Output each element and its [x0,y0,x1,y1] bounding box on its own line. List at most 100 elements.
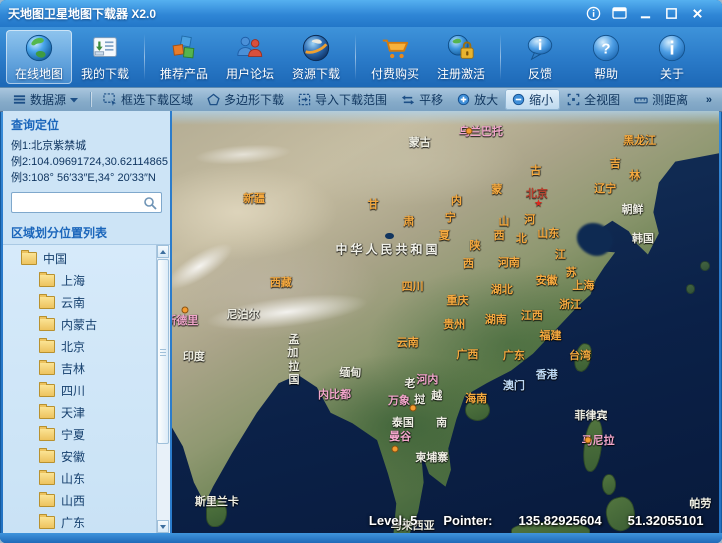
toolbar-button-download-panel[interactable]: 我的下载 [72,30,138,84]
map-status-bar: Level: 5 Pointer: 135.82925604 51.320551… [369,513,704,528]
toolbar-separator [144,34,145,80]
pointer-longitude: 135.82925604 [518,513,601,528]
close-button[interactable] [688,6,706,21]
info-button[interactable] [584,6,602,21]
tree-item-label: 北京 [61,338,85,355]
tree-item-province[interactable]: 吉林 [3,357,157,379]
tree-item-province[interactable]: 宁夏 [3,423,157,445]
maptool-measure[interactable]: 测距离 [627,89,695,110]
toolbar-button-about-circle[interactable]: 关于 [639,30,705,84]
toolbar-button-users[interactable]: 用户论坛 [217,30,283,84]
window-title: 天地图卫星地图下载器 X2.0 [8,5,584,22]
map-label: 帕劳 [689,495,711,511]
svg-text:?: ? [601,40,610,57]
toolbar-button-cubes[interactable]: 推荐产品 [151,30,217,84]
city-dot [409,405,416,412]
folder-icon [39,384,55,397]
region-section-title: 区域划分位置列表 [3,219,170,244]
tree-item-province[interactable]: 四川 [3,379,157,401]
globe-online-icon [24,33,54,63]
tree-item-province[interactable]: 云南 [3,291,157,313]
tree-item-province[interactable]: 安徽 [3,445,157,467]
folder-icon [39,274,55,287]
toolbar-button-globe-lock[interactable]: 注册激活 [428,30,494,84]
example-line: 例3:108° 56′33″E,34° 20′33″N [11,170,164,186]
tree-item-province[interactable]: 北京 [3,335,157,357]
folder-icon [39,406,55,419]
toolbar-button-label: 用户论坛 [226,65,274,82]
polygon-icon [207,93,220,106]
capital-star-icon: ★ [534,199,543,210]
region-tree: 中国上海云南内蒙古北京吉林四川天津宁夏安徽山东山西广东广西 [3,247,157,533]
tree-item-root[interactable]: 中国 [3,247,157,269]
folder-icon [39,494,55,507]
search-row [11,192,162,213]
maptoolbar-separator [90,92,91,107]
toolbar-button-label: 我的下载 [81,65,129,82]
rect-select-icon [103,93,117,106]
app-window: 天地图卫星地图下载器 X2.0 在线地图我的下载 推荐产品用户论坛资源下载付费购买… [0,0,722,543]
help-circle-icon: ? [591,33,621,63]
srilanka-island [206,499,227,526]
maptool-full-view[interactable]: 全视图 [560,89,627,110]
maptool-import-range[interactable]: 导入下载范围 [291,89,394,110]
toolbar-button-feedback-bubble[interactable]: 反馈 [507,30,573,84]
toolbar-button-globe-resource[interactable]: 资源下载 [283,30,349,84]
skin-button[interactable] [610,6,628,21]
tree-item-label: 四川 [61,382,85,399]
map-toolbar: 数据源 框选下载区域多边形下载导入下载范围 平移放大缩小全视图测距离 » [0,87,722,112]
region-tree-wrap: 中国上海云南内蒙古北京吉林四川天津宁夏安徽山东山西广东广西 [3,244,170,533]
tree-item-province[interactable]: 内蒙古 [3,313,157,335]
maptool-rect-select[interactable]: 框选下载区域 [96,89,200,110]
import-range-icon [298,93,311,106]
maptoolbar-overflow-button[interactable]: » [702,94,716,106]
folder-icon [39,362,55,375]
pointer-label: Pointer: [443,513,492,528]
map-canvas[interactable]: 新疆黑龙江吉林辽宁内蒙古甘肃宁夏陕西山西河北山东河南江苏安徽上海湖北浙江重庆四川… [172,111,719,533]
folder-icon [39,296,55,309]
toolbar-button-globe-online[interactable]: 在线地图 [6,30,72,84]
zoom-out-icon [512,93,525,106]
tree-item-label: 安徽 [61,448,85,465]
tree-item-label: 中国 [43,250,67,267]
sidebar: 查询定位 例1:北京紫禁城 例2:104.09691724,30.6211486… [3,111,172,533]
tree-item-label: 天津 [61,404,85,421]
folder-icon [21,252,37,265]
maximize-button[interactable] [662,6,680,21]
tree-item-label: 上海 [61,272,85,289]
toolbar-separator [355,34,356,80]
example-line: 例1:北京紫禁城 [11,138,164,154]
toolbar-button-label: 帮助 [594,65,618,82]
maptool-zoom-out[interactable]: 缩小 [505,89,560,110]
toolbar-button-cart[interactable]: 付费购买 [362,30,428,84]
maptool-zoom-in[interactable]: 放大 [450,89,505,110]
cart-icon [380,33,410,63]
tree-item-province[interactable]: 上海 [3,269,157,291]
toolbar-button-help-circle[interactable]: ? 帮助 [573,30,639,84]
scroll-up-button[interactable] [157,245,169,258]
tree-item-province[interactable]: 广东 [3,511,157,533]
toolbar-separator [500,34,501,80]
window-bottom-frame [0,533,722,543]
example-line: 例2:104.09691724,30.62114865 [11,154,164,170]
maptool-label: 数据源 [30,91,66,108]
tree-item-province[interactable]: 山东 [3,467,157,489]
map-label: 澳门 [503,377,525,393]
folder-icon [39,428,55,441]
minimize-button[interactable] [636,6,654,21]
tree-item-province[interactable]: 山西 [3,489,157,511]
pan-icon [401,94,415,106]
maptool-polygon[interactable]: 多边形下载 [200,89,291,110]
search-icon[interactable] [140,194,160,211]
scroll-down-button[interactable] [157,520,169,533]
maptool-layers[interactable]: 数据源 [6,89,85,110]
maptool-pan[interactable]: 平移 [394,89,450,110]
content-area: 查询定位 例1:北京紫禁城 例2:104.09691724,30.6211486… [3,111,719,533]
tree-item-label: 山西 [61,492,85,509]
map-label: 香港 [536,366,558,382]
folder-icon [39,340,55,353]
tree-scrollbar[interactable] [156,245,170,533]
scroll-thumb[interactable] [157,259,169,444]
tree-item-province[interactable]: 天津 [3,401,157,423]
maptool-label: 平移 [419,91,443,108]
